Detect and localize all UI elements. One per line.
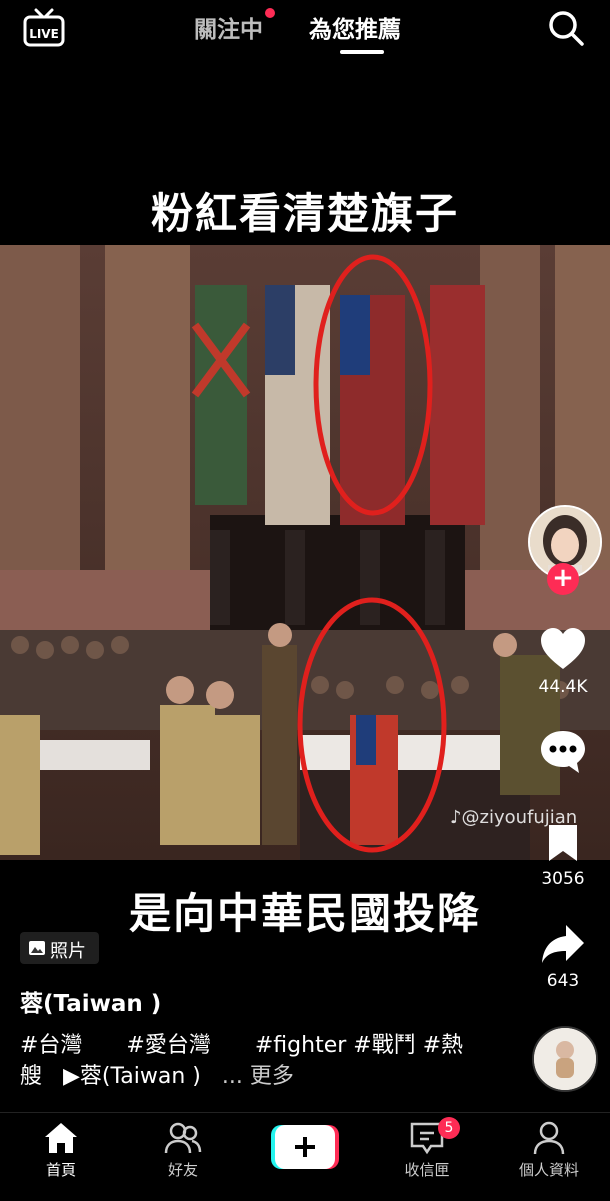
nav-friends[interactable]: 好友 <box>128 1121 238 1180</box>
nav-profile[interactable]: 個人資料 <box>494 1121 604 1180</box>
follow-button[interactable]: + <box>547 563 579 595</box>
photo-icon <box>29 941 45 955</box>
friends-icon <box>164 1122 202 1154</box>
nav-inbox[interactable]: 收信匣 <box>372 1121 482 1180</box>
tab-following-label: 關注中 <box>194 17 263 43</box>
bottom-nav: 首頁 好友 收信匣 5 個人資料 <box>0 1112 610 1201</box>
bookmark-count: 3056 <box>541 869 585 889</box>
comment-button[interactable] <box>520 729 606 779</box>
plus-icon <box>271 1125 339 1169</box>
nav-friends-label: 好友 <box>167 1161 198 1179</box>
caption-more-button[interactable]: ... 更多 <box>222 1064 294 1089</box>
tab-for-you-label: 為您推薦 <box>309 17 401 43</box>
sound-disc[interactable] <box>532 1026 598 1092</box>
nav-profile-label: 個人資料 <box>518 1161 579 1179</box>
right-action-bar: + 44.4K 3056 643 <box>520 505 610 1105</box>
like-button[interactable]: 44.4K <box>520 627 606 697</box>
tab-for-you[interactable]: 為您推薦 <box>309 10 401 44</box>
caption-hashtag-continued[interactable]: 艘 <box>20 1064 42 1089</box>
ceremony-photo <box>0 245 610 860</box>
profile-icon <box>533 1121 565 1155</box>
heart-icon <box>541 628 585 669</box>
live-label: LIVE <box>29 27 59 41</box>
home-icon <box>45 1123 77 1153</box>
top-bar: LIVE 關注中 為您推薦 <box>0 0 610 60</box>
nav-home-label: 首頁 <box>45 1161 76 1179</box>
photo-badge: 照片 <box>20 932 99 964</box>
author-name[interactable]: 蓉(Taiwan ) <box>20 984 161 1018</box>
nav-inbox-label: 收信匣 <box>404 1161 450 1179</box>
comment-icon <box>541 731 585 773</box>
inbox-badge: 5 <box>438 1117 460 1139</box>
create-button[interactable] <box>271 1125 339 1169</box>
share-icon <box>542 925 584 963</box>
caption-hashtags[interactable]: #台灣 #愛台灣 #fighter #戰鬥 #熱 <box>20 1030 470 1061</box>
caption-sound-link[interactable]: ▶蓉(Taiwan ) <box>63 1064 201 1089</box>
share-count: 643 <box>546 971 580 991</box>
live-icon[interactable]: LIVE <box>22 8 66 48</box>
bookmark-icon <box>549 825 577 861</box>
like-count: 44.4K <box>538 677 588 697</box>
video-overlay-text-top: 粉紅看清楚旗子 <box>150 189 459 238</box>
photo-label: 照片 <box>50 941 86 962</box>
nav-home[interactable]: 首頁 <box>6 1121 116 1180</box>
search-icon[interactable] <box>546 8 586 48</box>
bookmark-button[interactable]: 3056 <box>520 823 606 889</box>
tab-following[interactable]: 關注中 <box>194 8 275 44</box>
notification-dot <box>265 8 275 18</box>
share-button[interactable]: 643 <box>520 923 606 991</box>
active-tab-indicator <box>340 50 384 54</box>
caption: #台灣 #愛台灣 #fighter #戰鬥 #熱 艘 ▶蓉(Taiwan ) .… <box>20 1030 470 1092</box>
video-content[interactable] <box>0 245 610 860</box>
sound-disc-icon <box>534 1028 596 1090</box>
